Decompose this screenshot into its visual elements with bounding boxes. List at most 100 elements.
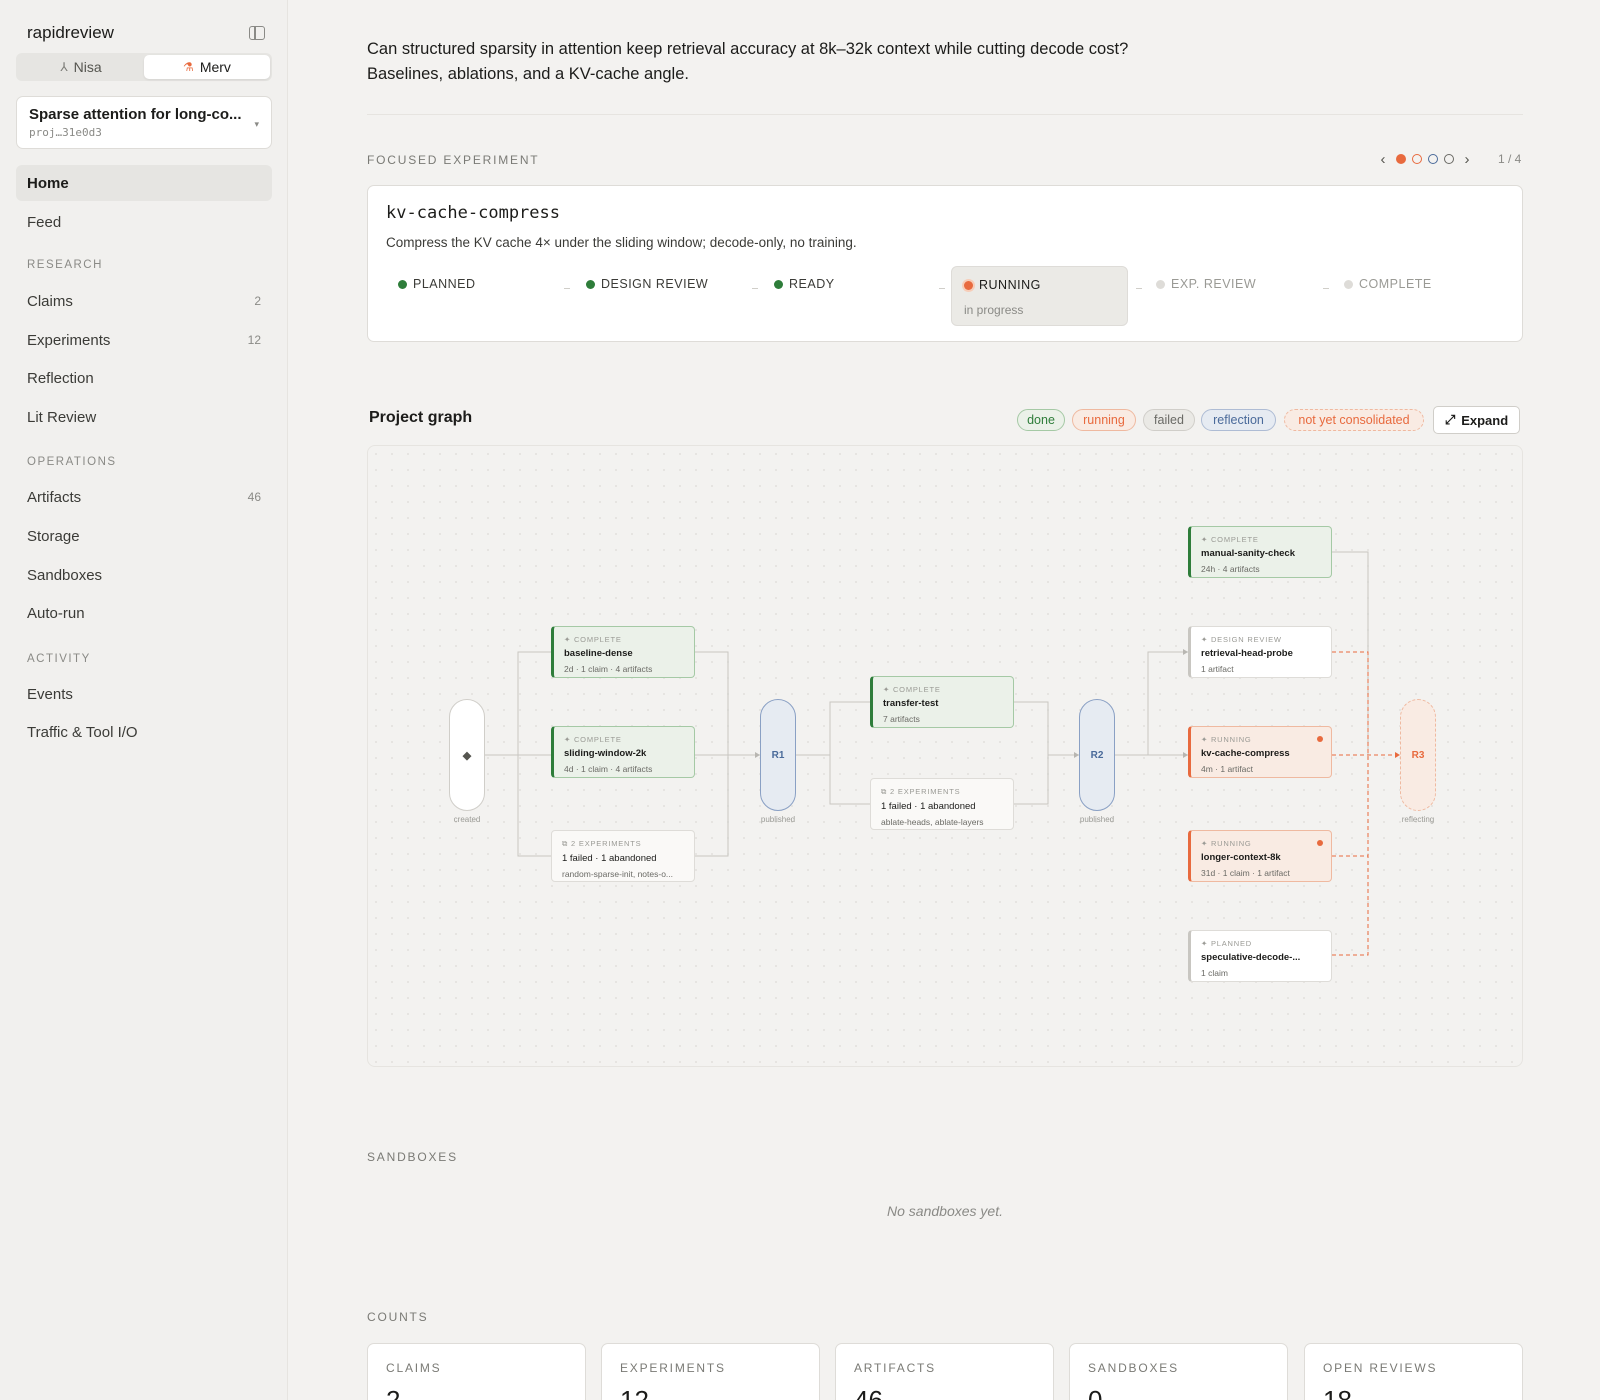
legend-reflection[interactable]: reflection: [1201, 409, 1276, 431]
stage-exp-review: EXP. REVIEW: [1144, 266, 1314, 326]
node-status: DESIGN REVIEW: [1210, 635, 1282, 644]
graph-node-speculative-decode[interactable]: ✦ PLANNED speculative-decode-... 1 claim: [1188, 930, 1332, 982]
expand-label: Expand: [1461, 412, 1509, 428]
edge-dashed: [1332, 651, 1369, 956]
user-option-nisa[interactable]: ⅄ Nisa: [18, 55, 144, 79]
sidebar-item-events[interactable]: Events: [16, 676, 272, 712]
stack-icon: ⧉: [881, 787, 891, 796]
focused-experiment-card[interactable]: kv-cache-compress Compress the KV cache …: [367, 185, 1523, 342]
node-meta: 4d · 1 claim · 4 artifacts: [564, 764, 653, 774]
graph-reflection-r1[interactable]: R1: [760, 699, 796, 811]
project-selector[interactable]: Sparse attention for long-co... proj…31e…: [16, 96, 272, 149]
sidebar-item-label: Experiments: [27, 331, 111, 349]
graph-node-sliding-window-2k[interactable]: ✦ COMPLETE sliding-window-2k 4d · 1 clai…: [551, 726, 695, 778]
sidebar-item-lit-review[interactable]: Lit Review: [16, 399, 272, 435]
start-caption: created: [453, 815, 481, 824]
node-status: RUNNING: [1210, 735, 1252, 744]
r1-caption: published: [760, 815, 796, 824]
sidebar-item-experiments[interactable]: Experiments 12: [16, 322, 272, 358]
graph-reflection-r2[interactable]: R2: [1079, 699, 1115, 811]
node-name: longer-context-8k: [1201, 852, 1281, 863]
sidebar-item-traffic[interactable]: Traffic & Tool I/O: [16, 714, 272, 750]
count-card-claims[interactable]: CLAIMS 2: [367, 1343, 586, 1400]
node-name: speculative-decode-...: [1201, 952, 1301, 963]
stage-dot: [1156, 280, 1165, 289]
pager-dot-active[interactable]: [1396, 154, 1406, 164]
count-card-experiments[interactable]: EXPERIMENTS 12: [601, 1343, 820, 1400]
graph-node-longer-context-8k[interactable]: ✦ RUNNING longer-context-8k 31d · 1 clai…: [1188, 830, 1332, 882]
sidebar-item-label: Feed: [27, 213, 62, 231]
stage-label: DESIGN REVIEW: [601, 277, 709, 291]
sidebar-item-label: Lit Review: [27, 408, 97, 426]
graph-node-group-1[interactable]: ⧉ 2 EXPERIMENTS 1 failed · 1 abandoned r…: [551, 830, 695, 882]
graph-node-transfer-test[interactable]: ✦ COMPLETE transfer-test 7 artifacts: [870, 676, 1014, 728]
project-graph-canvas[interactable]: ◆ created ✦ COMPLETE baseline-dense 2d ·…: [367, 445, 1523, 1067]
stage-running: RUNNING in progress: [951, 266, 1128, 326]
graph-node-retrieval-head-probe[interactable]: ✦ DESIGN REVIEW retrieval-head-probe 1 a…: [1188, 626, 1332, 678]
stage-dot: [774, 280, 783, 289]
node-name: sliding-window-2k: [564, 748, 647, 759]
sidebar-item-auto-run[interactable]: Auto-run: [16, 595, 272, 631]
sidebar-item-claims[interactable]: Claims 2: [16, 283, 272, 319]
graph-node-manual-sanity-check[interactable]: ✦ COMPLETE manual-sanity-check 24h · 4 a…: [1188, 526, 1332, 578]
sidebar-item-feed[interactable]: Feed: [16, 204, 272, 240]
count-card-artifacts[interactable]: ARTIFACTS 46: [835, 1343, 1054, 1400]
brand-name: rapidreview: [27, 23, 114, 42]
edge: [484, 651, 551, 756]
node-name: transfer-test: [883, 698, 939, 709]
count-label: EXPERIMENTS: [620, 1361, 726, 1375]
chevron-right-icon[interactable]: ›: [1460, 151, 1474, 168]
node-status-icon: ✦: [883, 685, 893, 694]
edge: [829, 755, 870, 805]
node-status: COMPLETE: [573, 735, 622, 744]
sidebar-item-home[interactable]: Home: [16, 165, 272, 201]
stage-connector: [752, 288, 758, 289]
nav-count: 2: [254, 294, 261, 308]
stage-dot: [964, 281, 973, 290]
chevron-left-icon[interactable]: ‹: [1376, 151, 1390, 168]
count-card-open-reviews[interactable]: OPEN REVIEWS 18: [1304, 1343, 1523, 1400]
node-meta: 2d · 1 claim · 4 artifacts: [564, 664, 653, 674]
legend-failed[interactable]: failed: [1143, 409, 1195, 431]
stage-connector: [1136, 288, 1142, 289]
graph-node-kv-cache-compress[interactable]: ✦ RUNNING kv-cache-compress 4m · 1 artif…: [1188, 726, 1332, 778]
pager-dot[interactable]: [1444, 154, 1454, 164]
research-question: Can structured sparsity in attention kee…: [367, 40, 1129, 83]
count-card-sandboxes[interactable]: SANDBOXES 0: [1069, 1343, 1288, 1400]
stage-complete: COMPLETE: [1332, 266, 1502, 326]
sidebar-item-artifacts[interactable]: Artifacts 46: [16, 479, 272, 515]
node-status-icon: ✦: [1201, 939, 1211, 948]
expand-button[interactable]: ⤢ Expand: [1433, 406, 1520, 434]
sandboxes-empty-note: No sandboxes yet.: [887, 1203, 1003, 1219]
pager-dot[interactable]: [1428, 154, 1438, 164]
counts-label: COUNTS: [367, 1310, 429, 1324]
graph-node-baseline-dense[interactable]: ✦ COMPLETE baseline-dense 2d · 1 claim ·…: [551, 626, 695, 678]
sidebar-toggle-icon[interactable]: [249, 26, 265, 40]
stage-dot: [398, 280, 407, 289]
sidebar-item-storage[interactable]: Storage: [16, 518, 272, 554]
user-option-merv[interactable]: ⚗ Merv: [144, 55, 270, 79]
node-status: 2 EXPERIMENTS: [571, 839, 642, 848]
sidebar-item-label: Traffic & Tool I/O: [27, 723, 138, 741]
graph-start-node[interactable]: ◆: [449, 699, 485, 811]
nav-count: 12: [247, 333, 261, 347]
node-status-icon: ✦: [564, 735, 574, 744]
sidebar-item-sandboxes[interactable]: Sandboxes: [16, 557, 272, 593]
node-name: baseline-dense: [564, 648, 633, 659]
r2-caption: published: [1079, 815, 1115, 824]
count-value: 46: [854, 1385, 883, 1400]
stage-planned: PLANNED: [386, 266, 556, 326]
legend-running[interactable]: running: [1072, 409, 1136, 431]
node-meta: 31d · 1 claim · 1 artifact: [1201, 868, 1290, 878]
pager-dot[interactable]: [1412, 154, 1422, 164]
legend-not-consolidated[interactable]: not yet consolidated: [1284, 409, 1424, 431]
count-label: SANDBOXES: [1088, 1361, 1179, 1375]
graph-node-group-2[interactable]: ⧉ 2 EXPERIMENTS 1 failed · 1 abandoned a…: [870, 778, 1014, 830]
graph-reflection-r3[interactable]: R3: [1400, 699, 1436, 811]
r3-caption: reflecting: [1401, 815, 1435, 824]
legend-done[interactable]: done: [1017, 409, 1065, 431]
sidebar-item-reflection[interactable]: Reflection: [16, 360, 272, 396]
node-meta: 1 artifact: [1201, 664, 1234, 674]
count-value: 2: [386, 1385, 401, 1400]
stage-ready: READY: [762, 266, 932, 326]
